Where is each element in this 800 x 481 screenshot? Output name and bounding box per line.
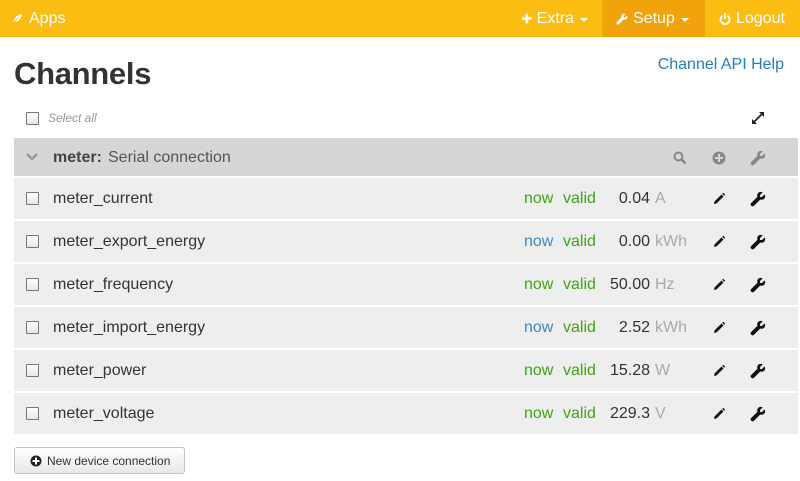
plus-circle-icon [30, 455, 42, 466]
channel-value: 0.00 [618, 233, 650, 250]
caret-down-icon [580, 17, 588, 22]
pencil-icon[interactable] [711, 363, 727, 379]
device-name: meter: [53, 149, 102, 166]
channel-value: 50.00 [609, 276, 650, 293]
wrench-icon[interactable] [750, 363, 766, 379]
wrench-icon[interactable] [750, 277, 766, 293]
channel-timestamp: now [524, 319, 554, 336]
leaf-icon [12, 13, 23, 24]
table-row: meter_voltage now valid 229.3 V [14, 393, 798, 436]
new-device-connection-button[interactable]: New device connection [14, 447, 185, 474]
pencil-icon[interactable] [711, 406, 727, 422]
select-all-row: Select all [14, 107, 798, 131]
channel-table: meter: Serial connection meter_current n… [14, 138, 798, 436]
power-icon [719, 12, 731, 25]
search-icon[interactable] [672, 150, 688, 166]
table-row: meter_power now valid 15.28 W [14, 350, 798, 393]
apps-label: Apps [29, 10, 66, 27]
channel-status: valid [563, 405, 596, 422]
channel-value: 15.28 [609, 362, 650, 379]
top-navbar: Apps Extra Setup Logout [0, 0, 800, 37]
channel-status: valid [563, 276, 596, 293]
extra-menu[interactable]: Extra [508, 0, 602, 37]
channel-timestamp: now [524, 276, 554, 293]
wrench-icon [616, 13, 628, 25]
logout-link[interactable]: Logout [705, 0, 800, 37]
channel-checkbox[interactable] [26, 192, 39, 205]
channel-timestamp: now [524, 190, 554, 207]
wrench-icon[interactable] [750, 150, 766, 166]
add-channel-icon[interactable] [711, 150, 727, 166]
channel-name: meter_current [53, 190, 153, 207]
device-group-header: meter: Serial connection [14, 138, 798, 178]
channel-timestamp: now [524, 362, 554, 379]
channel-api-help-link[interactable]: Channel API Help [658, 56, 784, 74]
channel-unit: V [655, 405, 666, 422]
logout-label: Logout [736, 10, 785, 27]
pencil-icon[interactable] [711, 277, 727, 293]
pencil-icon[interactable] [711, 234, 727, 250]
page-title: Channels [14, 56, 152, 91]
channel-unit: kWh [655, 319, 687, 336]
channel-unit: W [655, 362, 671, 379]
select-all-label: Select all [48, 111, 97, 125]
table-row: meter_current now valid 0.04 A [14, 178, 798, 221]
device-description: Serial connection [108, 149, 231, 166]
channel-name: meter_frequency [53, 276, 174, 293]
setup-menu[interactable]: Setup [602, 0, 705, 37]
wrench-icon[interactable] [750, 320, 766, 336]
table-row: meter_import_energy now valid 2.52 kWh [14, 307, 798, 350]
channel-name: meter_export_energy [53, 233, 206, 250]
wrench-icon[interactable] [750, 191, 766, 207]
apps-link[interactable]: Apps [12, 0, 65, 37]
channel-name: meter_power [53, 362, 147, 379]
channel-status: valid [563, 319, 596, 336]
extra-label: Extra [536, 10, 574, 27]
channel-checkbox[interactable] [26, 364, 39, 377]
channel-value: 0.04 [618, 190, 650, 207]
caret-down-icon [680, 17, 689, 22]
channel-status: valid [563, 190, 596, 207]
wrench-icon[interactable] [750, 406, 766, 422]
expand-icon[interactable] [750, 110, 766, 126]
plus-icon [522, 13, 532, 24]
wrench-icon[interactable] [750, 234, 766, 250]
channel-timestamp: now [524, 233, 554, 250]
chevron-down-icon[interactable] [26, 152, 38, 162]
channel-checkbox[interactable] [26, 321, 39, 334]
table-row: meter_export_energy now valid 0.00 kWh [14, 221, 798, 264]
channel-checkbox[interactable] [26, 278, 39, 291]
channel-value: 229.3 [609, 405, 650, 422]
pencil-icon[interactable] [711, 320, 727, 336]
channel-list: meter_current now valid 0.04 A meter_exp… [14, 178, 798, 436]
channel-value: 2.52 [618, 319, 650, 336]
select-all-checkbox[interactable] [26, 112, 39, 125]
channel-timestamp: now [524, 405, 554, 422]
channel-unit: kWh [655, 233, 687, 250]
pencil-icon[interactable] [711, 191, 727, 207]
channel-name: meter_voltage [53, 405, 155, 422]
channel-checkbox[interactable] [26, 407, 39, 420]
channel-checkbox[interactable] [26, 235, 39, 248]
channel-unit: Hz [655, 276, 675, 293]
channel-unit: A [655, 190, 666, 207]
channel-name: meter_import_energy [53, 319, 206, 336]
table-row: meter_frequency now valid 50.00 Hz [14, 264, 798, 307]
new-device-connection-label: New device connection [47, 453, 171, 468]
setup-label: Setup [633, 10, 675, 27]
channel-status: valid [563, 362, 596, 379]
channel-status: valid [563, 233, 596, 250]
